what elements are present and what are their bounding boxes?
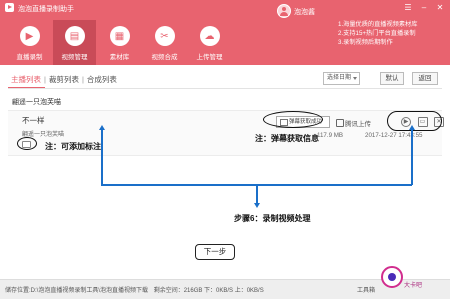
list-tabs: 主播列表 | 裁剪列表 | 合成列表	[8, 72, 120, 86]
user-avatar[interactable]	[277, 4, 291, 18]
app-logo-icon	[5, 3, 14, 12]
window-controls: ☰ – ✕	[400, 2, 448, 13]
file-date: 2017-12-27 17:43:55	[365, 132, 423, 139]
nav-label: 素材库	[109, 54, 130, 61]
notice-line: 3.录制视频后期制作	[338, 39, 393, 46]
storage-stats: 剩余空间：216GB 下：0KB/S 上：0KB/S	[153, 288, 264, 294]
live-record-icon: ▶	[19, 26, 40, 46]
material-library-icon: ▦	[109, 26, 130, 46]
arrow-up-icon	[409, 125, 415, 130]
anchor-name: 翩遥一只泡芙喵	[12, 99, 61, 106]
nav-upload-manage[interactable]: ☁ 上传管理	[188, 20, 231, 65]
app-title: 泡泡直播录制助手	[18, 6, 74, 13]
arrow-up-icon	[99, 125, 105, 130]
video-compose-icon: ✂	[154, 26, 175, 46]
nav-video-compose[interactable]: ✂ 视频合成	[143, 20, 186, 65]
tab-clip-list[interactable]: 裁剪列表	[46, 74, 82, 85]
annotation-tag-note: 注：可添加标注	[45, 142, 101, 151]
cloud-upload-button[interactable]: 腾讯上传	[336, 118, 371, 128]
tabs-divider	[8, 88, 442, 89]
annotation-oval-danmaku	[263, 111, 323, 128]
watermark-logo-icon	[381, 266, 403, 288]
storage-location: 储存位置:D:\泡泡直播视频录制工具\泡泡直播视频下载	[5, 288, 149, 294]
next-step-button[interactable]: 下一步	[195, 244, 235, 260]
nav-label: 上传管理	[196, 54, 223, 61]
notice-line: 1.海量优质的直播视频素材库	[338, 21, 418, 28]
main-nav: ▶ 直播录制 ▤ 视频管理 ▦ 素材库 ✂ 视频合成 ☁ 上传管理	[8, 20, 233, 65]
nav-live-record[interactable]: ▶ 直播录制	[8, 20, 51, 65]
annotation-step-note: 步骤6：录制视频处理	[234, 214, 311, 223]
storage-path: 储存位置:D:\泡泡直播视频录制工具\泡泡直播视频下载 剩余空间：216GB 下…	[5, 285, 264, 294]
username[interactable]: 泡泡酱	[294, 7, 315, 17]
video-manage-icon: ▤	[64, 26, 85, 46]
nav-video-manage[interactable]: ▤ 视频管理	[53, 20, 96, 65]
confirm-button[interactable]: 默认	[380, 72, 404, 85]
minimize-icon[interactable]: –	[419, 3, 429, 13]
arrow-down-icon	[254, 203, 260, 208]
return-button[interactable]: 返回	[412, 72, 438, 85]
nav-label: 直播录制	[16, 54, 43, 61]
annotation-line	[101, 129, 103, 185]
annotation-line	[411, 129, 413, 185]
tab-compose-list[interactable]: 合成列表	[84, 74, 120, 85]
nav-label: 视频合成	[151, 54, 178, 61]
app-header: 泡泡直播录制助手 ☰ – ✕ 泡泡酱 1.海量优质的直播视频素材库 2.支持15…	[0, 0, 450, 65]
close-icon[interactable]: ✕	[435, 3, 445, 13]
menu-icon[interactable]: ☰	[403, 3, 413, 13]
annotation-danmaku-note: 注：弹幕获取信息	[255, 134, 319, 143]
toolbox-button[interactable]: 工具箱	[357, 285, 375, 294]
upload-manage-icon: ☁	[199, 26, 220, 46]
video-title: 不一样	[22, 116, 45, 125]
watermark-text: 大卡吧	[404, 283, 423, 289]
feature-notice: 1.海量优质的直播视频素材库 2.支持15+热门平台直播录制 3.录制视频后期制…	[338, 20, 448, 47]
tab-anchor-list[interactable]: 主播列表	[8, 74, 44, 85]
annotation-line	[256, 184, 258, 204]
notice-line: 2.支持15+热门平台直播录制	[338, 30, 416, 37]
title-bar: 泡泡直播录制助手 ☰ – ✕	[0, 0, 450, 16]
file-size: 117.9 MB	[317, 132, 344, 139]
nav-label: 视频管理	[61, 54, 88, 61]
nav-material-library[interactable]: ▦ 素材库	[98, 20, 141, 65]
annotation-oval-tag	[17, 137, 37, 150]
date-select[interactable]: 选择日期	[323, 72, 360, 85]
